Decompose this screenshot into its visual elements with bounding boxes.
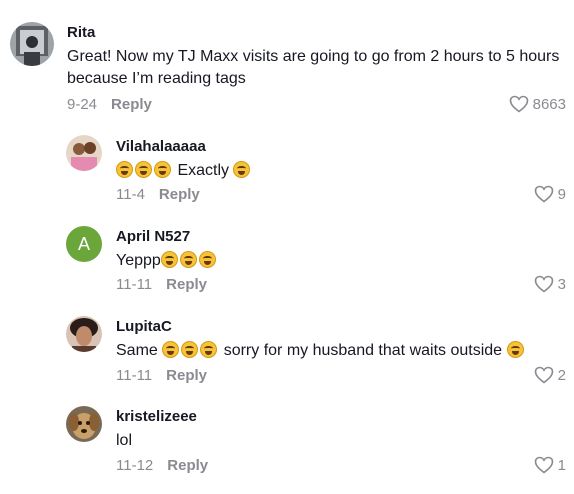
comment-text-part: Yeppp — [116, 252, 161, 269]
like-count: 8663 — [532, 95, 566, 113]
like-button[interactable]: 2 — [534, 366, 566, 384]
comment-date: 11-12 — [116, 457, 154, 474]
heart-icon — [509, 95, 529, 113]
laughing-emoji-icon — [135, 161, 152, 178]
comment-username[interactable]: Rita — [67, 24, 95, 41]
comment: Rita Great! Now my TJ Maxx visits are go… — [0, 0, 574, 120]
laughing-emoji-icon — [506, 341, 524, 358]
comment-text-part: Exactly — [177, 162, 230, 179]
comment-date: 11-4 — [116, 186, 145, 203]
reply-button[interactable]: Reply — [167, 457, 208, 474]
comment-text: Great! Now my TJ Maxx visits are going t… — [67, 48, 560, 87]
avatar[interactable] — [10, 22, 54, 66]
like-button[interactable]: 8663 — [509, 95, 566, 113]
comment-date: 9-24 — [67, 96, 98, 113]
reply-comment: A April N527 Yeppp 11-11 Reply 3 — [0, 220, 574, 300]
comment-username[interactable]: Vilahalaaaaa — [116, 138, 206, 155]
comment-username[interactable]: April N527 — [116, 228, 190, 245]
reply-button[interactable]: Reply — [166, 367, 207, 384]
comment-date: 11-11 — [116, 367, 153, 384]
comment-meta: 11-11 Reply — [116, 367, 207, 384]
laughing-emoji-icon — [198, 251, 216, 268]
heart-icon — [534, 456, 554, 474]
laughing-emoji-icon — [116, 161, 133, 178]
like-count: 3 — [557, 275, 566, 293]
avatar[interactable] — [66, 406, 102, 442]
laughing-emoji-icon — [162, 341, 180, 358]
reply-button[interactable]: Reply — [111, 96, 152, 113]
reply-button[interactable]: Reply — [166, 276, 207, 293]
comment-text: Same sorry for my husband that waits out… — [116, 340, 526, 362]
heart-icon — [534, 185, 554, 203]
avatar[interactable]: A — [66, 226, 102, 262]
laughing-emoji-icon — [179, 251, 197, 268]
reply-comment: Vilahalaaaaa Exactly 11-4 Reply 9 — [0, 130, 574, 210]
like-count: 9 — [557, 185, 566, 203]
comment-text-part: Same — [116, 342, 158, 359]
comment-text: lol — [116, 432, 133, 449]
avatar[interactable] — [66, 135, 102, 171]
like-button[interactable]: 1 — [534, 456, 566, 474]
comment-username[interactable]: kristelizeee — [116, 408, 197, 425]
comment-text: Yeppp — [116, 250, 218, 272]
reply-button[interactable]: Reply — [159, 186, 200, 203]
heart-icon — [534, 366, 554, 384]
like-count: 1 — [557, 456, 566, 474]
reply-comment: kristelizeee lol 11-12 Reply 1 — [0, 400, 574, 490]
heart-icon — [534, 275, 554, 293]
like-button[interactable]: 9 — [534, 185, 566, 203]
comment-meta: 11-4 Reply — [116, 186, 200, 203]
avatar[interactable] — [66, 316, 102, 352]
laughing-emoji-icon — [181, 341, 199, 358]
reply-comment: LupitaC Same sorry for my husband that w… — [0, 310, 574, 390]
comment-meta: 11-11 Reply — [116, 276, 207, 293]
weary-emoji-icon — [233, 161, 251, 178]
comment-text-part: sorry for my husband that waits outside — [223, 342, 503, 359]
laughing-emoji-icon — [200, 341, 218, 358]
laughing-emoji-icon — [160, 251, 178, 268]
comment-meta: 9-24 Reply — [67, 96, 152, 113]
like-count: 2 — [557, 366, 566, 384]
comment-text: Exactly — [116, 160, 252, 182]
comment-username[interactable]: LupitaC — [116, 318, 172, 335]
like-button[interactable]: 3 — [534, 275, 566, 293]
comment-date: 11-11 — [116, 276, 153, 293]
comment-meta: 11-12 Reply — [116, 457, 208, 474]
avatar-letter: A — [66, 226, 102, 262]
laughing-emoji-icon — [154, 161, 171, 178]
